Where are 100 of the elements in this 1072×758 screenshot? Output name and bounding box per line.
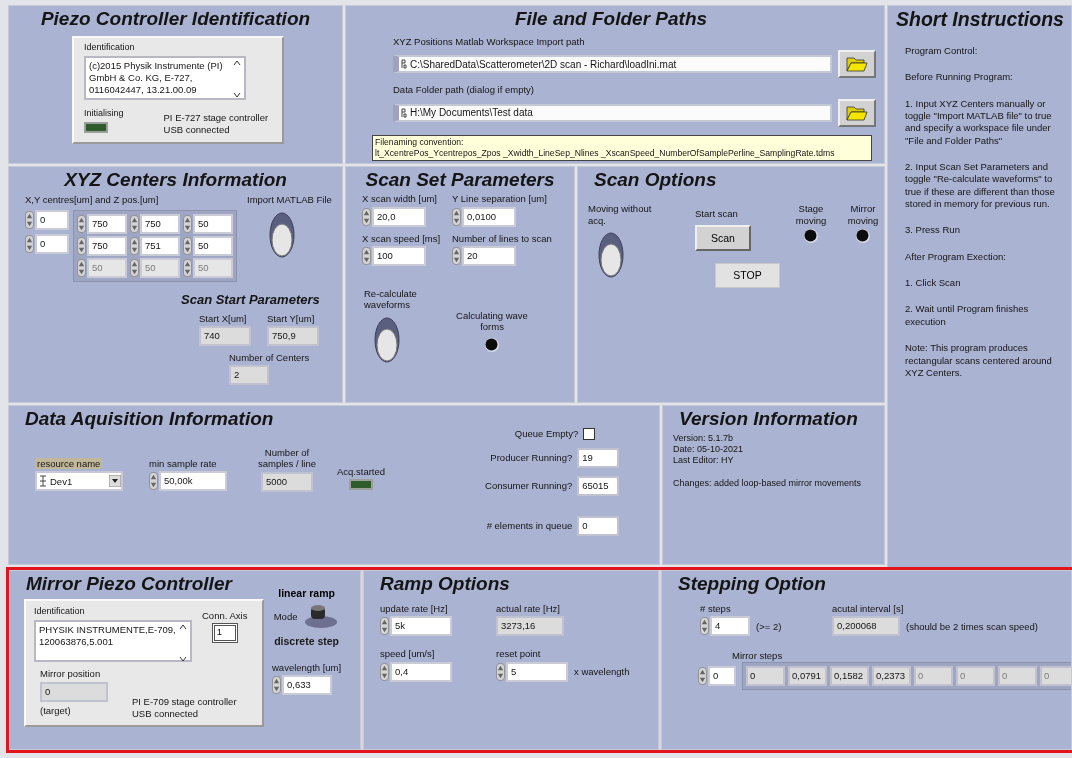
- numeric-field[interactable]: 0: [35, 209, 69, 230]
- readout-field: 0: [1040, 665, 1071, 686]
- numeric-field[interactable]: 0: [708, 665, 736, 686]
- field-label: Re-calculate waveforms: [364, 287, 418, 311]
- path-field[interactable]: C:\SharedData\Scatterometer\2D scan - Richard\loadIni.mat: [393, 55, 833, 74]
- readout-field: 0,200068: [832, 616, 900, 637]
- numeric-field[interactable]: 0: [35, 233, 69, 254]
- panel-title: Short Instructions: [896, 8, 1064, 31]
- folder-icon: [846, 104, 869, 121]
- spinner-icon[interactable]: [362, 207, 371, 226]
- spinner-icon[interactable]: [452, 207, 461, 226]
- field-label: XYZ Positions Matlab Workspace Import path: [393, 36, 586, 48]
- numeric-field[interactable]: 0,0100: [462, 206, 516, 227]
- field-label: wavelength [um]: [272, 662, 342, 674]
- spinner-icon[interactable]: [380, 662, 389, 681]
- version-text: Version: 5.1.7b: [673, 432, 735, 445]
- field-label: Acq.started: [337, 465, 386, 478]
- spinner-icon[interactable]: [130, 236, 139, 255]
- panel-title: File and Folder Paths: [514, 8, 708, 30]
- browse-button[interactable]: [838, 50, 876, 79]
- spinner-icon[interactable]: [130, 258, 139, 277]
- field-label: Number of lines to scan: [452, 232, 552, 244]
- numeric-field[interactable]: 750: [140, 213, 180, 234]
- panel-title: Piezo Controller Identification: [40, 8, 311, 30]
- spinner-icon[interactable]: [272, 676, 281, 695]
- numeric-field[interactable]: 0,4: [390, 661, 452, 682]
- instruction-text: Program Control:: [905, 45, 979, 58]
- numeric-field[interactable]: 100: [372, 245, 426, 266]
- browse-button[interactable]: [838, 98, 876, 127]
- field-label: reset point: [496, 648, 541, 660]
- toggle-switch[interactable]: [269, 211, 295, 258]
- field-label: Mirror moving: [846, 203, 880, 226]
- numeric-field[interactable]: 0,633: [282, 675, 332, 696]
- spinner-icon[interactable]: [25, 234, 34, 253]
- field-label: X,Y centres[um] and Z pos.[um]: [25, 194, 160, 206]
- readout-field: 5000: [261, 471, 313, 492]
- spinner-icon[interactable]: [700, 617, 709, 636]
- field-label: (target): [40, 705, 71, 717]
- panel-title: Version Information: [679, 407, 858, 430]
- readout-field: 750,9: [267, 325, 319, 346]
- field-label: Conn. Axis: [202, 610, 248, 622]
- field-label: Y Line separation [um]: [452, 193, 547, 205]
- panel-title: Scan Options: [594, 169, 717, 192]
- spinner-icon[interactable]: [77, 236, 86, 255]
- numeric-field[interactable]: 5k: [390, 616, 452, 637]
- numeric-field[interactable]: 20: [462, 245, 516, 266]
- path-field[interactable]: H:\My Documents\Test data: [393, 103, 833, 122]
- readout-field: 0: [998, 665, 1037, 686]
- spinner-icon[interactable]: [452, 246, 461, 265]
- field-label: Moving without acq.: [588, 203, 653, 226]
- spinner-icon[interactable]: [183, 214, 192, 233]
- scan-button[interactable]: Scan: [695, 224, 751, 251]
- spinner-icon[interactable]: [380, 617, 389, 636]
- spinner-icon[interactable]: [77, 214, 86, 233]
- spinner-icon[interactable]: [183, 258, 192, 277]
- spinner-icon[interactable]: [130, 214, 139, 233]
- status-text: PI E-709 stage controller USB connected: [132, 695, 237, 721]
- numeric-field[interactable]: 20,0: [372, 206, 426, 227]
- panel-title: Ramp Options: [380, 573, 510, 595]
- numeric-field[interactable]: 750: [87, 213, 127, 234]
- numeric-field[interactable]: 5: [506, 661, 568, 682]
- spinner-icon[interactable]: [698, 666, 707, 685]
- stop-button[interactable]: STOP: [715, 262, 780, 288]
- field-label: min sample rate: [149, 457, 217, 470]
- panel-title: XYZ Centers Information: [64, 169, 287, 192]
- spinner-icon[interactable]: [496, 662, 505, 681]
- spinner-icon[interactable]: [25, 210, 34, 229]
- numeric-field[interactable]: 50: [193, 213, 233, 234]
- readout-field: 0,1582: [830, 665, 869, 686]
- numeric-field[interactable]: 750: [87, 235, 127, 256]
- spinner-icon[interactable]: [183, 236, 192, 255]
- numeric-field[interactable]: 1: [211, 623, 238, 644]
- numeric-field[interactable]: 4: [710, 616, 750, 637]
- field-label: Initialising: [84, 107, 124, 119]
- readout-field: 65015: [577, 475, 620, 496]
- field-label: Stage moving: [794, 203, 828, 226]
- field-label: # steps: [700, 603, 731, 615]
- toggle-switch[interactable]: [374, 316, 400, 363]
- spinner-icon[interactable]: [149, 472, 158, 491]
- path-icon: [401, 59, 407, 70]
- toggle-switch[interactable]: [598, 231, 624, 278]
- readout-field: 2: [229, 365, 269, 386]
- field-label: resource name: [35, 457, 103, 470]
- resource-dropdown[interactable]: Dev1: [35, 471, 123, 492]
- numeric-field[interactable]: 50,00k: [159, 471, 227, 492]
- readout-field: 0: [40, 682, 108, 703]
- checkbox[interactable]: [583, 427, 596, 440]
- field-label: # elements in queue: [486, 520, 573, 532]
- spinner-icon[interactable]: [77, 258, 86, 277]
- io-icon: [39, 475, 47, 488]
- readout-field: 0: [956, 665, 995, 686]
- numeric-field[interactable]: 751: [140, 235, 180, 256]
- field-label: (>= 2): [756, 620, 782, 633]
- field-label: (should be 2 times scan speed): [906, 620, 1039, 633]
- instruction-text: 1. Input XYZ Centers manually or toggle "Import MATLAB file" to true and specify a workspace file under "File and Folder Paths": [905, 97, 1053, 148]
- readout-field: 0: [577, 515, 620, 536]
- field-label: X scan speed [ms]: [362, 232, 441, 244]
- field-label: Import MATLAB File: [247, 194, 332, 206]
- spinner-icon[interactable]: [362, 246, 371, 265]
- numeric-field[interactable]: 50: [193, 235, 233, 256]
